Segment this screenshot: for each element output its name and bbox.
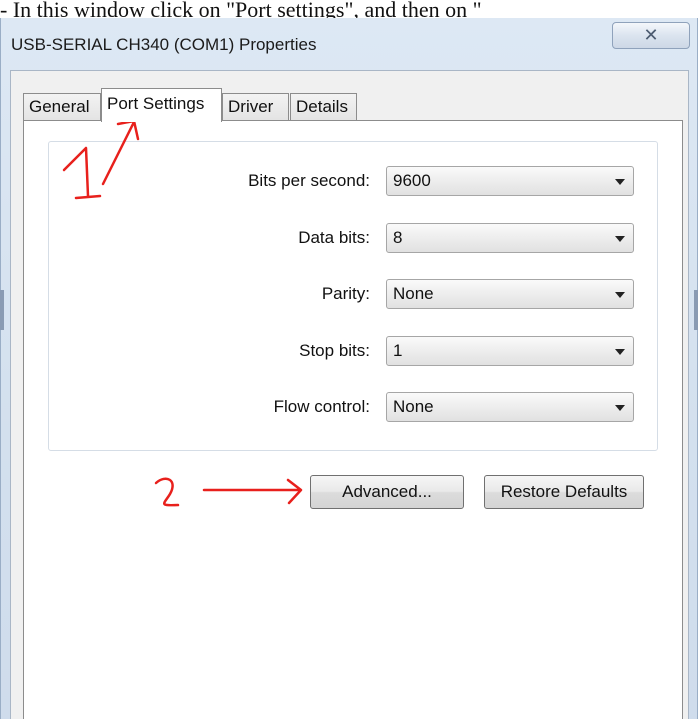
title-bar: USB-SERIAL CH340 (COM1) Properties ✕ — [1, 18, 697, 70]
chevron-down-icon — [615, 349, 625, 355]
chevron-down-icon — [615, 236, 625, 242]
bits-per-second-value: 9600 — [393, 171, 431, 190]
chevron-down-icon — [615, 179, 625, 185]
advanced-button-label: Advanced... — [342, 482, 432, 501]
window-title: USB-SERIAL CH340 (COM1) Properties — [11, 35, 317, 54]
restore-defaults-button-label: Restore Defaults — [500, 482, 628, 501]
port-settings-page: Bits per second: 9600 Data bits: 8 Parit… — [23, 120, 683, 719]
data-bits-label: Data bits: — [298, 228, 370, 247]
bits-per-second-label: Bits per second: — [248, 171, 370, 190]
window-edge-right — [694, 290, 698, 330]
port-settings-group: Bits per second: 9600 Data bits: 8 Parit… — [48, 141, 658, 451]
properties-dialog: USB-SERIAL CH340 (COM1) Properties ✕ Gen… — [0, 18, 698, 719]
chevron-down-icon — [615, 292, 625, 298]
tab-details[interactable]: Details — [290, 93, 357, 121]
data-bits-value: 8 — [393, 228, 403, 247]
tab-driver-label: Driver — [228, 97, 274, 116]
close-icon: ✕ — [643, 25, 659, 45]
parity-label: Parity: — [321, 284, 370, 303]
parity-select[interactable]: None — [386, 279, 634, 309]
tab-port-settings[interactable]: Port Settings — [101, 88, 222, 122]
advanced-button[interactable]: Advanced... — [310, 475, 464, 509]
window-edge-left — [0, 290, 4, 330]
close-button[interactable]: ✕ — [612, 22, 690, 49]
flow-control-label: Flow control: — [273, 397, 370, 416]
bits-per-second-select[interactable]: 9600 — [386, 166, 634, 196]
tab-general-label: General — [29, 97, 90, 116]
tab-port-settings-label: Port Settings — [107, 94, 205, 113]
tab-details-label: Details — [296, 97, 348, 116]
flow-control-value: None — [393, 397, 434, 416]
stop-bits-label: Stop bits: — [299, 341, 370, 360]
flow-control-select[interactable]: None — [386, 392, 634, 422]
data-bits-select[interactable]: 8 — [386, 223, 634, 253]
parity-value: None — [393, 284, 434, 303]
tab-general[interactable]: General — [23, 93, 101, 121]
tab-driver[interactable]: Driver — [222, 93, 289, 121]
stop-bits-value: 1 — [393, 341, 403, 360]
dialog-client-area: General Port Settings Driver Details Bit… — [10, 70, 689, 719]
restore-defaults-button[interactable]: Restore Defaults — [484, 475, 644, 509]
stop-bits-select[interactable]: 1 — [386, 336, 634, 366]
chevron-down-icon — [615, 405, 625, 411]
